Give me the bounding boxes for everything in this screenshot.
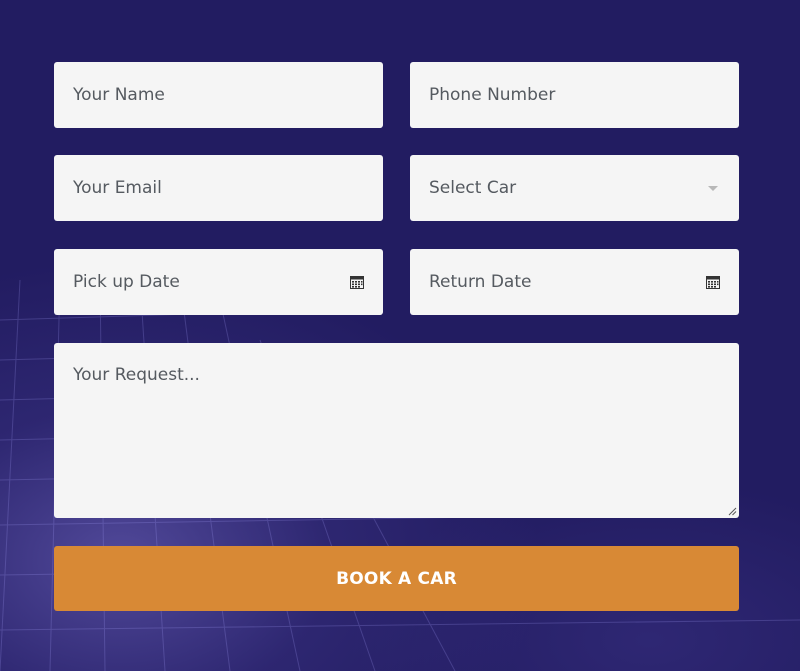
phone-input[interactable] [410, 62, 739, 128]
chevron-down-icon [708, 185, 718, 191]
email-input[interactable] [54, 155, 383, 221]
return-date-label: Return Date [429, 272, 532, 292]
calendar-icon[interactable] [706, 275, 720, 289]
pickup-date-input[interactable]: Pick up Date [54, 249, 383, 315]
name-input[interactable] [54, 62, 383, 128]
calendar-icon[interactable] [350, 275, 364, 289]
request-textarea[interactable] [54, 343, 739, 518]
car-select-value: Select Car [429, 178, 517, 198]
resize-handle-icon[interactable] [728, 507, 737, 516]
car-select[interactable]: Select Car [410, 155, 739, 221]
request-textarea-wrapper [54, 343, 739, 518]
pickup-date-label: Pick up Date [73, 272, 180, 292]
book-car-button[interactable]: BOOK A CAR [54, 546, 739, 611]
return-date-input[interactable]: Return Date [410, 249, 739, 315]
